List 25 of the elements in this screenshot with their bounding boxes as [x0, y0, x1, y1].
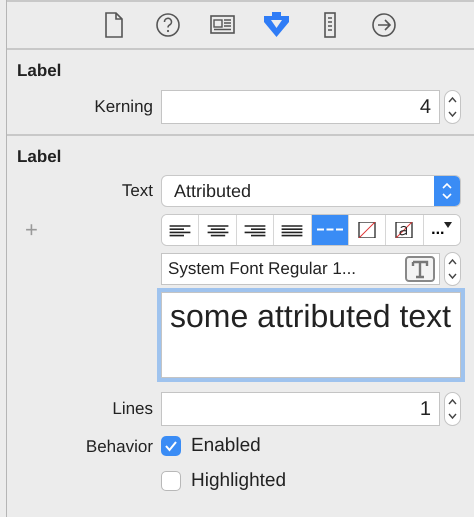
- section-title: Label: [17, 146, 62, 168]
- font-name: System Font Regular 1...: [168, 258, 356, 280]
- help-icon: [154, 10, 182, 40]
- caret-icon: [444, 220, 452, 228]
- stepper[interactable]: [444, 252, 461, 286]
- checkbox[interactable]: [161, 470, 181, 491]
- arrow-circle-icon: [370, 10, 398, 40]
- checkbox-label: Highlighted: [191, 468, 286, 492]
- stepper[interactable]: [444, 90, 461, 124]
- checkbox-label: Enabled: [191, 434, 261, 458]
- section-title: Label: [17, 60, 62, 82]
- number-field[interactable]: 4: [161, 90, 440, 124]
- checkmark-icon: [164, 440, 178, 452]
- stepper[interactable]: [444, 392, 461, 426]
- checkbox[interactable]: [161, 436, 181, 456]
- font-field[interactable]: System Font Regular 1...: [161, 253, 440, 285]
- number-field[interactable]: 1: [161, 392, 440, 426]
- field-label: Text: [122, 181, 153, 200]
- field-label: Kerning: [94, 96, 153, 116]
- field-label: Lines: [112, 399, 153, 418]
- popup-button[interactable]: Attributed: [161, 175, 461, 207]
- font-panel-icon[interactable]: [405, 256, 435, 282]
- segment-button[interactable]: [162, 214, 200, 244]
- field-label: Behavior: [86, 436, 153, 456]
- dashes-icon: [316, 228, 343, 231]
